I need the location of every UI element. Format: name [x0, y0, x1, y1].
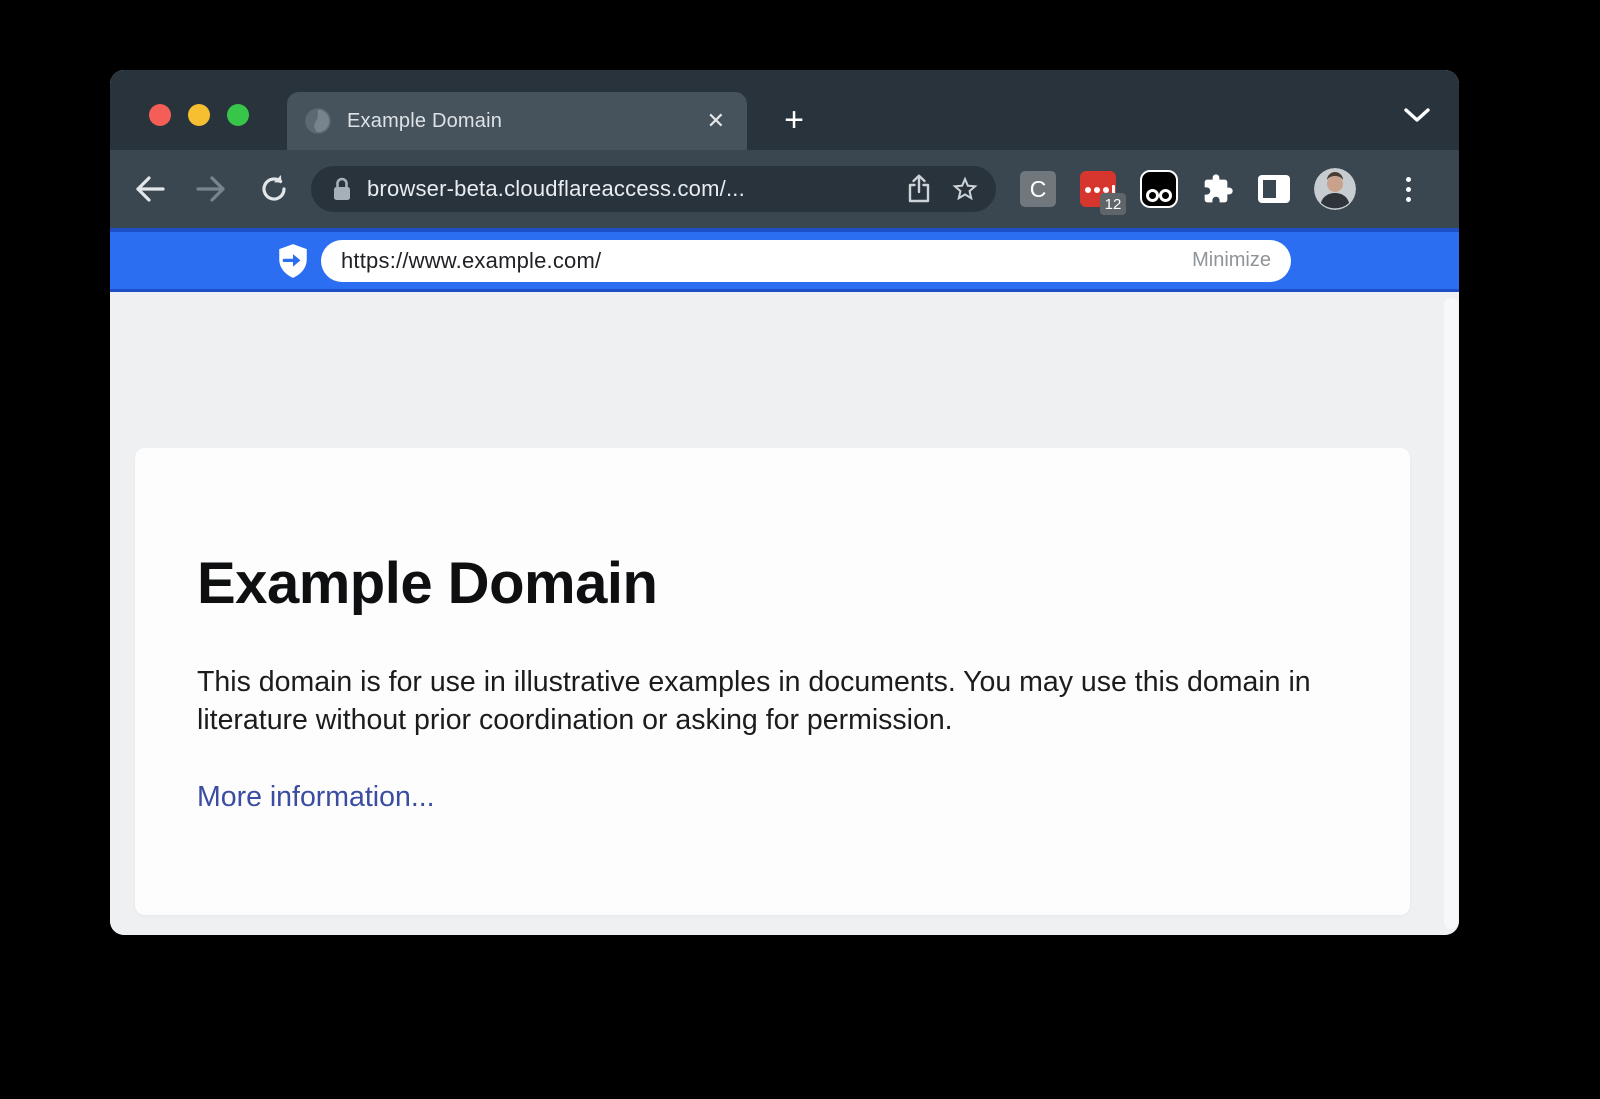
desktop-background: Example Domain ✕ + [0, 0, 1600, 1099]
remote-url-input[interactable]: https://www.example.com/ Minimize [321, 240, 1291, 282]
extensions-puzzle-icon[interactable] [1202, 173, 1234, 205]
lock-icon [331, 176, 353, 202]
zoom-window-button[interactable] [227, 104, 249, 126]
minimize-window-button[interactable] [188, 104, 210, 126]
tab-close-icon[interactable]: ✕ [703, 106, 729, 136]
address-bar-url: browser-beta.cloudflareaccess.com/... [367, 176, 906, 202]
example-domain-card: Example Domain This domain is for use in… [135, 448, 1410, 915]
back-button[interactable] [127, 166, 173, 212]
side-panel-icon[interactable] [1258, 175, 1290, 203]
tab-example-domain[interactable]: Example Domain ✕ [287, 92, 747, 150]
page-heading: Example Domain [197, 550, 1346, 617]
extension-c-icon[interactable]: C [1020, 171, 1056, 207]
remote-url-text: https://www.example.com/ [341, 248, 1192, 274]
profile-avatar[interactable] [1314, 168, 1356, 210]
more-information-link[interactable]: More information... [197, 781, 435, 813]
extensions-area: C 12 [1020, 168, 1435, 210]
bookmark-star-icon[interactable] [950, 174, 980, 204]
camera-extension-icon[interactable] [1140, 170, 1178, 208]
extension-badge: 12 [1100, 193, 1126, 215]
close-window-button[interactable] [149, 104, 171, 126]
globe-favicon-icon [305, 108, 331, 134]
page-paragraph: This domain is for use in illustrative e… [197, 663, 1346, 739]
share-icon[interactable] [906, 174, 932, 204]
new-tab-button[interactable]: + [772, 94, 816, 146]
page-viewport: Example Domain This domain is for use in… [110, 292, 1459, 935]
address-bar-actions [906, 174, 980, 204]
window-controls [149, 104, 249, 126]
address-bar[interactable]: browser-beta.cloudflareaccess.com/... [311, 166, 996, 212]
vertical-scrollbar[interactable] [1444, 298, 1458, 929]
tab-strip: Example Domain ✕ + [110, 70, 1459, 150]
tab-title: Example Domain [347, 110, 703, 133]
isolation-shield-icon [278, 244, 308, 278]
minimize-bar-button[interactable]: Minimize [1192, 249, 1271, 272]
browser-toolbar: browser-beta.cloudflareaccess.com/... [110, 150, 1459, 228]
tab-search-chevron-icon[interactable] [1403, 106, 1431, 124]
browser-window: Example Domain ✕ + [110, 70, 1459, 935]
browser-menu-icon[interactable] [1406, 177, 1411, 202]
forward-button[interactable] [188, 166, 234, 212]
remote-browser-bar: https://www.example.com/ Minimize [110, 228, 1459, 292]
reload-button[interactable] [251, 166, 297, 212]
password-manager-extension-icon[interactable]: 12 [1080, 171, 1116, 207]
